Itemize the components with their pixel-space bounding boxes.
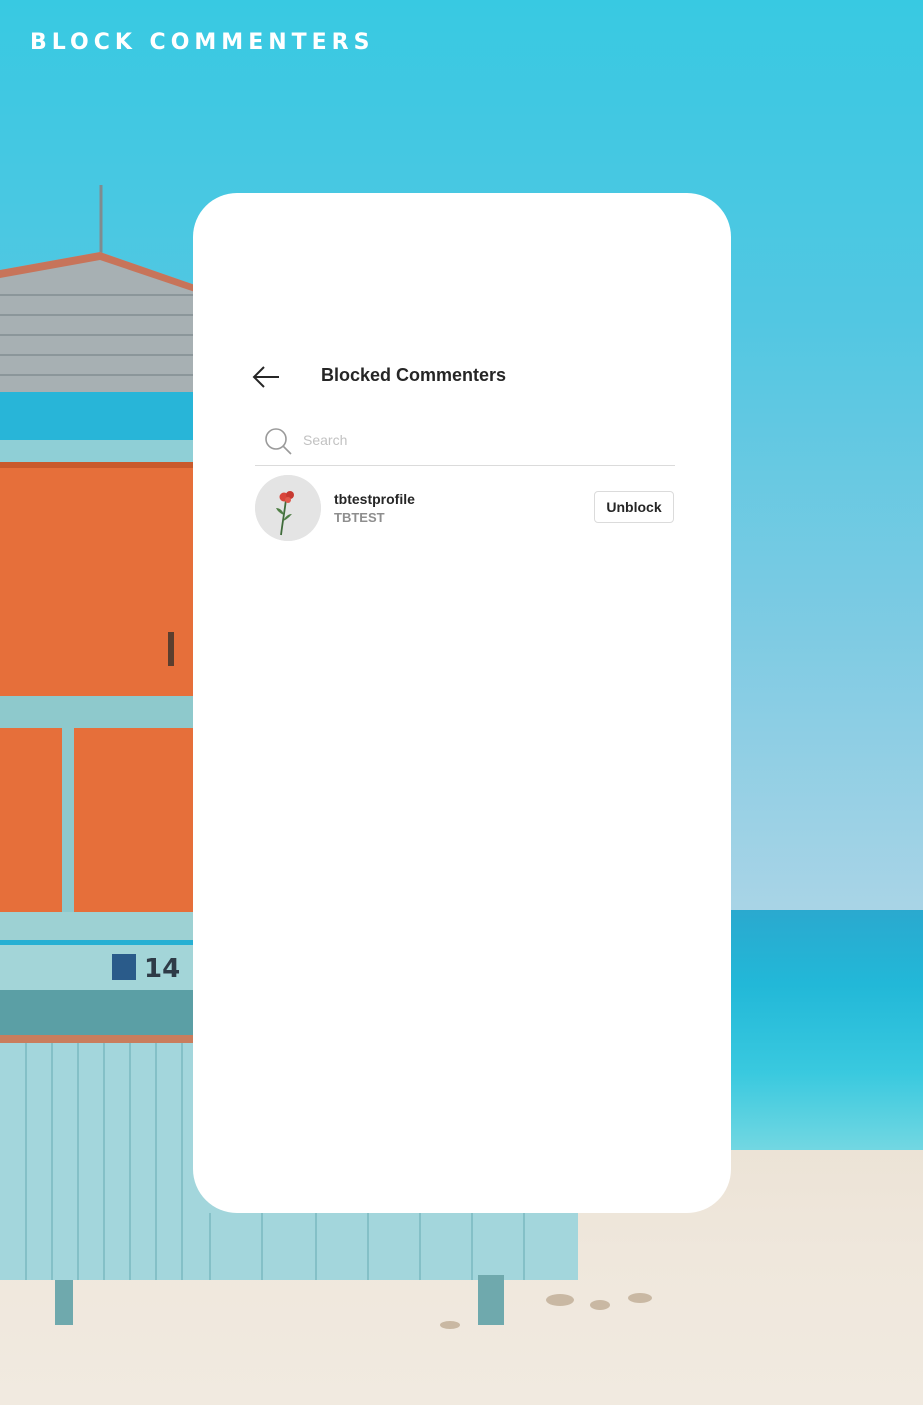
phone-screen-card: Blocked Commenters tbtestprofile TBTEST …	[193, 193, 731, 1213]
page-title-banner: BLOCK COMMENTERS	[30, 30, 375, 55]
username: tbtestprofile	[334, 491, 415, 507]
list-item[interactable]: tbtestprofile TBTEST Unblock	[255, 475, 675, 541]
search-icon	[265, 428, 292, 455]
screen-header: Blocked Commenters	[251, 363, 681, 391]
screen-title: Blocked Commenters	[321, 365, 507, 385]
rose-photo-icon	[255, 475, 321, 541]
svg-text:14: 14	[144, 954, 180, 984]
full-name: TBTEST	[334, 510, 385, 525]
arrow-left-icon[interactable]	[251, 365, 281, 389]
unblock-button[interactable]: Unblock	[594, 491, 674, 523]
search-input[interactable]	[301, 427, 665, 453]
search-bar[interactable]	[255, 421, 675, 466]
avatar[interactable]	[255, 475, 321, 541]
